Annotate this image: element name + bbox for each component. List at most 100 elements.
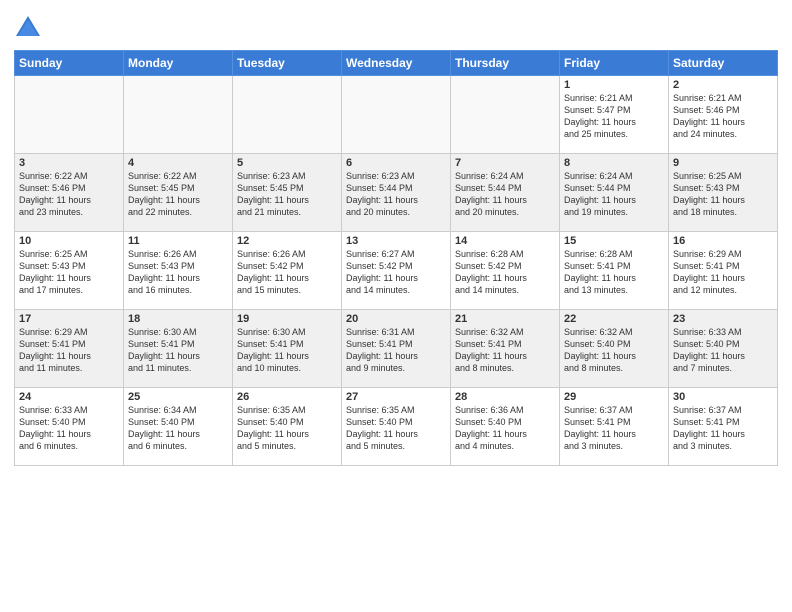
day-info: Sunrise: 6:22 AM Sunset: 5:46 PM Dayligh…	[19, 170, 119, 219]
day-number: 14	[455, 235, 555, 247]
calendar-week-row: 17Sunrise: 6:29 AM Sunset: 5:41 PM Dayli…	[15, 310, 778, 388]
day-info: Sunrise: 6:23 AM Sunset: 5:45 PM Dayligh…	[237, 170, 337, 219]
day-number: 6	[346, 157, 446, 169]
day-number: 18	[128, 313, 228, 325]
calendar-cell	[233, 76, 342, 154]
day-number: 17	[19, 313, 119, 325]
day-info: Sunrise: 6:28 AM Sunset: 5:42 PM Dayligh…	[455, 248, 555, 297]
calendar-cell: 18Sunrise: 6:30 AM Sunset: 5:41 PM Dayli…	[124, 310, 233, 388]
day-number: 15	[564, 235, 664, 247]
weekday-header-saturday: Saturday	[669, 51, 778, 76]
calendar-cell: 3Sunrise: 6:22 AM Sunset: 5:46 PM Daylig…	[15, 154, 124, 232]
calendar-cell: 17Sunrise: 6:29 AM Sunset: 5:41 PM Dayli…	[15, 310, 124, 388]
calendar-cell: 21Sunrise: 6:32 AM Sunset: 5:41 PM Dayli…	[451, 310, 560, 388]
day-number: 9	[673, 157, 773, 169]
calendar-cell: 16Sunrise: 6:29 AM Sunset: 5:41 PM Dayli…	[669, 232, 778, 310]
day-number: 3	[19, 157, 119, 169]
calendar-cell: 7Sunrise: 6:24 AM Sunset: 5:44 PM Daylig…	[451, 154, 560, 232]
day-info: Sunrise: 6:22 AM Sunset: 5:45 PM Dayligh…	[128, 170, 228, 219]
day-number: 25	[128, 391, 228, 403]
day-number: 10	[19, 235, 119, 247]
calendar-week-row: 10Sunrise: 6:25 AM Sunset: 5:43 PM Dayli…	[15, 232, 778, 310]
day-info: Sunrise: 6:37 AM Sunset: 5:41 PM Dayligh…	[673, 404, 773, 453]
page: SundayMondayTuesdayWednesdayThursdayFrid…	[0, 0, 792, 612]
day-info: Sunrise: 6:24 AM Sunset: 5:44 PM Dayligh…	[564, 170, 664, 219]
logo-icon	[14, 14, 42, 42]
day-number: 26	[237, 391, 337, 403]
header	[14, 10, 778, 42]
day-number: 20	[346, 313, 446, 325]
day-info: Sunrise: 6:30 AM Sunset: 5:41 PM Dayligh…	[237, 326, 337, 375]
day-info: Sunrise: 6:26 AM Sunset: 5:42 PM Dayligh…	[237, 248, 337, 297]
calendar-cell: 23Sunrise: 6:33 AM Sunset: 5:40 PM Dayli…	[669, 310, 778, 388]
calendar-cell: 9Sunrise: 6:25 AM Sunset: 5:43 PM Daylig…	[669, 154, 778, 232]
calendar-cell: 19Sunrise: 6:30 AM Sunset: 5:41 PM Dayli…	[233, 310, 342, 388]
day-number: 27	[346, 391, 446, 403]
calendar-cell: 1Sunrise: 6:21 AM Sunset: 5:47 PM Daylig…	[560, 76, 669, 154]
day-number: 24	[19, 391, 119, 403]
calendar-cell	[451, 76, 560, 154]
day-number: 4	[128, 157, 228, 169]
day-info: Sunrise: 6:23 AM Sunset: 5:44 PM Dayligh…	[346, 170, 446, 219]
day-info: Sunrise: 6:35 AM Sunset: 5:40 PM Dayligh…	[237, 404, 337, 453]
calendar-cell: 30Sunrise: 6:37 AM Sunset: 5:41 PM Dayli…	[669, 388, 778, 466]
day-number: 7	[455, 157, 555, 169]
day-number: 28	[455, 391, 555, 403]
calendar-cell: 4Sunrise: 6:22 AM Sunset: 5:45 PM Daylig…	[124, 154, 233, 232]
calendar-week-row: 3Sunrise: 6:22 AM Sunset: 5:46 PM Daylig…	[15, 154, 778, 232]
calendar-cell: 6Sunrise: 6:23 AM Sunset: 5:44 PM Daylig…	[342, 154, 451, 232]
day-info: Sunrise: 6:21 AM Sunset: 5:47 PM Dayligh…	[564, 92, 664, 141]
calendar-cell: 15Sunrise: 6:28 AM Sunset: 5:41 PM Dayli…	[560, 232, 669, 310]
day-number: 13	[346, 235, 446, 247]
calendar-cell: 27Sunrise: 6:35 AM Sunset: 5:40 PM Dayli…	[342, 388, 451, 466]
calendar-cell	[342, 76, 451, 154]
weekday-header-wednesday: Wednesday	[342, 51, 451, 76]
day-info: Sunrise: 6:35 AM Sunset: 5:40 PM Dayligh…	[346, 404, 446, 453]
calendar-cell: 28Sunrise: 6:36 AM Sunset: 5:40 PM Dayli…	[451, 388, 560, 466]
day-number: 30	[673, 391, 773, 403]
day-number: 8	[564, 157, 664, 169]
day-info: Sunrise: 6:32 AM Sunset: 5:41 PM Dayligh…	[455, 326, 555, 375]
day-number: 23	[673, 313, 773, 325]
calendar-week-row: 24Sunrise: 6:33 AM Sunset: 5:40 PM Dayli…	[15, 388, 778, 466]
weekday-header-monday: Monday	[124, 51, 233, 76]
day-info: Sunrise: 6:25 AM Sunset: 5:43 PM Dayligh…	[673, 170, 773, 219]
logo	[14, 14, 46, 42]
weekday-header-thursday: Thursday	[451, 51, 560, 76]
day-info: Sunrise: 6:21 AM Sunset: 5:46 PM Dayligh…	[673, 92, 773, 141]
calendar-cell: 10Sunrise: 6:25 AM Sunset: 5:43 PM Dayli…	[15, 232, 124, 310]
day-info: Sunrise: 6:25 AM Sunset: 5:43 PM Dayligh…	[19, 248, 119, 297]
calendar-cell: 22Sunrise: 6:32 AM Sunset: 5:40 PM Dayli…	[560, 310, 669, 388]
calendar-cell: 20Sunrise: 6:31 AM Sunset: 5:41 PM Dayli…	[342, 310, 451, 388]
calendar-cell: 2Sunrise: 6:21 AM Sunset: 5:46 PM Daylig…	[669, 76, 778, 154]
calendar-cell: 24Sunrise: 6:33 AM Sunset: 5:40 PM Dayli…	[15, 388, 124, 466]
calendar-cell: 26Sunrise: 6:35 AM Sunset: 5:40 PM Dayli…	[233, 388, 342, 466]
day-info: Sunrise: 6:31 AM Sunset: 5:41 PM Dayligh…	[346, 326, 446, 375]
weekday-header-sunday: Sunday	[15, 51, 124, 76]
calendar-cell: 14Sunrise: 6:28 AM Sunset: 5:42 PM Dayli…	[451, 232, 560, 310]
day-info: Sunrise: 6:28 AM Sunset: 5:41 PM Dayligh…	[564, 248, 664, 297]
day-info: Sunrise: 6:29 AM Sunset: 5:41 PM Dayligh…	[673, 248, 773, 297]
weekday-header-tuesday: Tuesday	[233, 51, 342, 76]
calendar-cell	[15, 76, 124, 154]
calendar-cell: 11Sunrise: 6:26 AM Sunset: 5:43 PM Dayli…	[124, 232, 233, 310]
calendar-cell	[124, 76, 233, 154]
calendar-header-row: SundayMondayTuesdayWednesdayThursdayFrid…	[15, 51, 778, 76]
calendar-week-row: 1Sunrise: 6:21 AM Sunset: 5:47 PM Daylig…	[15, 76, 778, 154]
calendar-table: SundayMondayTuesdayWednesdayThursdayFrid…	[14, 50, 778, 466]
day-info: Sunrise: 6:33 AM Sunset: 5:40 PM Dayligh…	[19, 404, 119, 453]
weekday-header-friday: Friday	[560, 51, 669, 76]
day-number: 1	[564, 79, 664, 91]
day-info: Sunrise: 6:27 AM Sunset: 5:42 PM Dayligh…	[346, 248, 446, 297]
day-number: 2	[673, 79, 773, 91]
day-number: 11	[128, 235, 228, 247]
calendar-cell: 25Sunrise: 6:34 AM Sunset: 5:40 PM Dayli…	[124, 388, 233, 466]
day-number: 22	[564, 313, 664, 325]
calendar-cell: 13Sunrise: 6:27 AM Sunset: 5:42 PM Dayli…	[342, 232, 451, 310]
day-info: Sunrise: 6:29 AM Sunset: 5:41 PM Dayligh…	[19, 326, 119, 375]
day-info: Sunrise: 6:26 AM Sunset: 5:43 PM Dayligh…	[128, 248, 228, 297]
day-info: Sunrise: 6:24 AM Sunset: 5:44 PM Dayligh…	[455, 170, 555, 219]
day-info: Sunrise: 6:33 AM Sunset: 5:40 PM Dayligh…	[673, 326, 773, 375]
day-info: Sunrise: 6:30 AM Sunset: 5:41 PM Dayligh…	[128, 326, 228, 375]
day-number: 12	[237, 235, 337, 247]
